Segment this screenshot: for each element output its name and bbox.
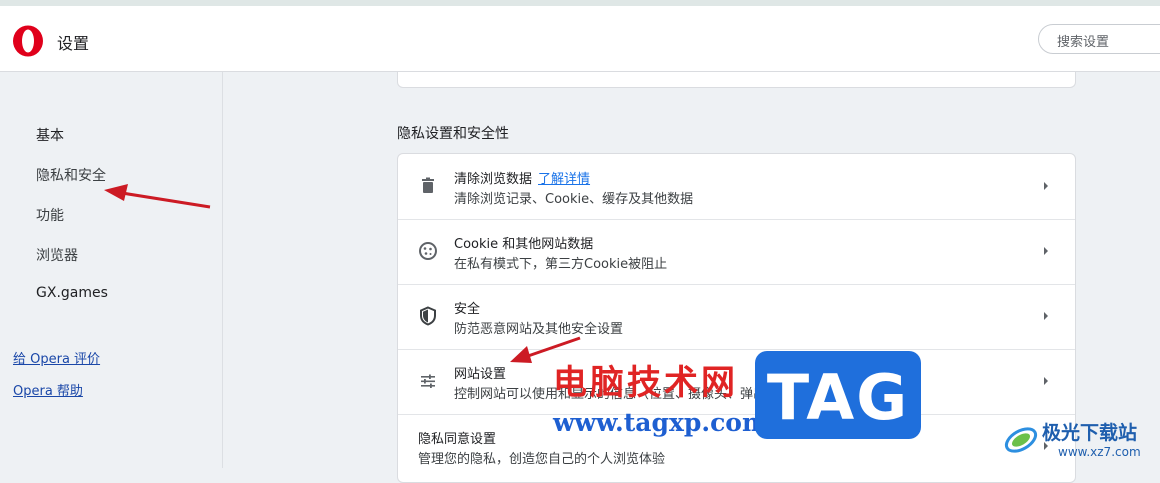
row-subtitle: 防范恶意网站及其他安全设置 (454, 322, 624, 337)
shield-icon (420, 306, 436, 326)
opera-help-link[interactable]: Opera 帮助 (13, 380, 83, 399)
sidebar-item-basic[interactable]: 基本 (36, 125, 64, 145)
row-title: 隐私同意设置 (418, 432, 497, 447)
sidebar-item-gxgames[interactable]: GX.games (36, 285, 108, 301)
watermark-site-logo: 极光下载站 www.xz7.com (1000, 414, 1160, 468)
chevron-right-icon (1044, 247, 1048, 255)
chevron-right-icon (1044, 312, 1048, 320)
watermark-tag-text: TAG (766, 361, 910, 434)
header-bar: 设置 搜索设置 (0, 6, 1160, 72)
section-title: 隐私设置和安全性 (397, 126, 509, 142)
trash-icon (422, 177, 434, 193)
chevron-right-icon (1044, 182, 1048, 190)
rate-opera-link[interactable]: 给 Opera 评价 (13, 348, 100, 367)
page-title: 设置 (57, 34, 90, 53)
sidebar-item-privacy[interactable]: 隐私和安全 (36, 165, 106, 185)
clear-browsing-data-row[interactable]: 清除浏览数据 了解详情 清除浏览记录、Cookie、缓存及其他数据 (398, 154, 1075, 220)
search-input[interactable]: 搜索设置 (1038, 24, 1160, 54)
row-title: Cookie 和其他网站数据 (454, 237, 594, 252)
sidebar-item-features[interactable]: 功能 (36, 205, 64, 225)
cookie-icon (419, 242, 437, 260)
row-subtitle: 清除浏览记录、Cookie、缓存及其他数据 (454, 192, 694, 207)
sidebar (0, 72, 223, 468)
row-title: 清除浏览数据 了解详情 (454, 172, 591, 187)
watermark-text: 电脑技术网 (553, 363, 738, 403)
chevron-right-icon (1044, 377, 1048, 385)
row-title: 安全 (454, 302, 481, 317)
sidebar-item-browser[interactable]: 浏览器 (36, 245, 78, 265)
previous-card-bottom (397, 72, 1076, 88)
learn-more-link[interactable]: 了解详情 (538, 172, 590, 187)
aurora-logo-icon (1004, 427, 1038, 453)
cookies-row[interactable]: Cookie 和其他网站数据 在私有模式下，第三方Cookie被阻止 (398, 219, 1075, 285)
row-subtitle: 管理您的隐私，创造您自己的个人浏览体验 (418, 452, 666, 467)
opera-logo-icon (13, 25, 43, 57)
watermark-url: www.tagxp.com (553, 408, 769, 437)
row-subtitle: 在私有模式下，第三方Cookie被阻止 (454, 257, 668, 272)
sliders-icon (421, 374, 435, 388)
row-title: 网站设置 (454, 367, 507, 382)
watermark-site-name: 极光下载站 (1042, 422, 1138, 444)
search-placeholder: 搜索设置 (1057, 35, 1110, 50)
watermark-site-url: www.xz7.com (1058, 445, 1141, 459)
watermark-tag-badge: TAG (755, 351, 921, 439)
security-row[interactable]: 安全 防范恶意网站及其他安全设置 (398, 284, 1075, 350)
